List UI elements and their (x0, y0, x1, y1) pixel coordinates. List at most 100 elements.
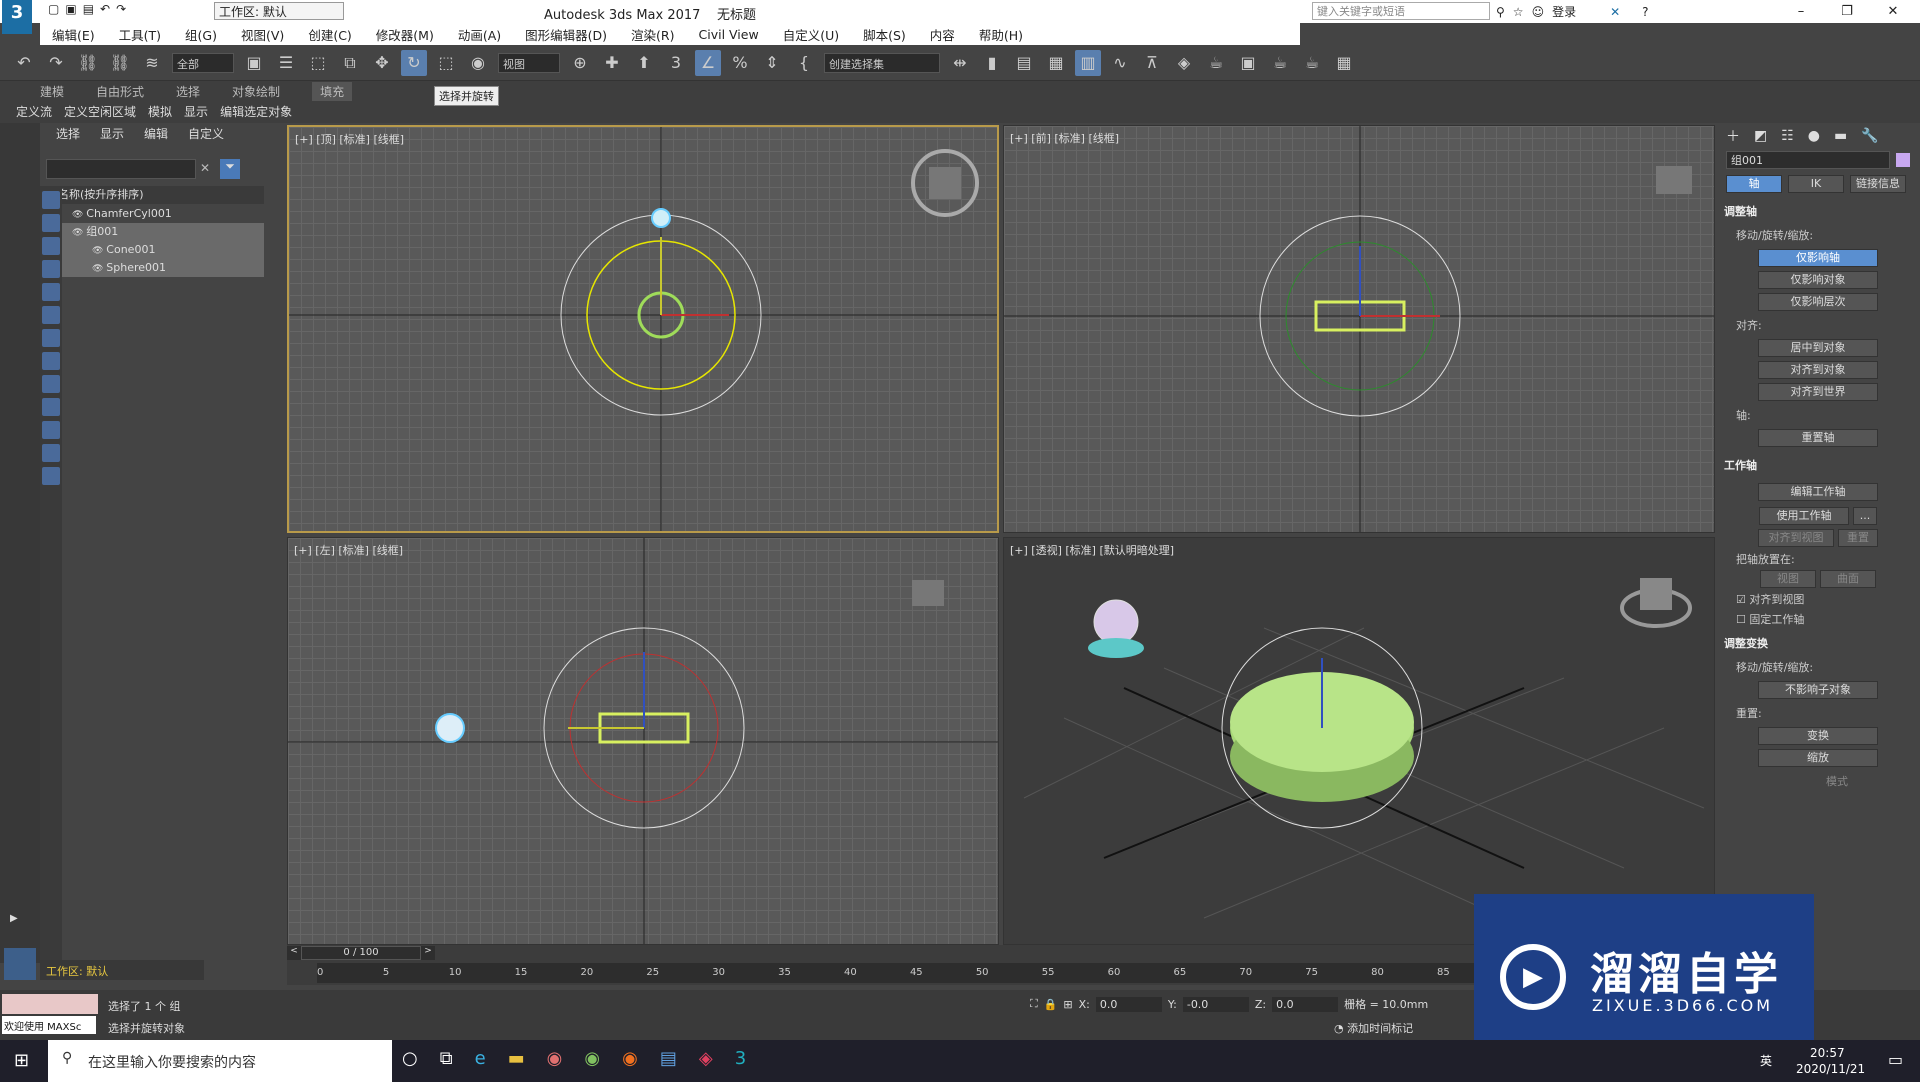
3dsmax-taskbar-icon[interactable]: 3 (735, 1048, 746, 1069)
display-containers-icon[interactable] (42, 421, 60, 439)
select-object-icon[interactable]: ▣ (241, 50, 267, 76)
menu-modifiers[interactable]: 修改器(M) (376, 25, 434, 44)
a360-icon[interactable]: ▦ (1331, 50, 1357, 76)
date[interactable]: 2020/11/21 (1796, 1062, 1865, 1076)
clear-search-icon[interactable]: ✕ (200, 161, 210, 175)
ribbon-simulate[interactable]: 模拟 (148, 103, 172, 120)
firefox-icon[interactable]: ◉ (622, 1048, 638, 1069)
reset-working-pivot-button[interactable]: 重置 (1838, 529, 1878, 547)
motion-tab-icon[interactable]: ● (1808, 128, 1820, 144)
render-iterative-icon[interactable]: ☕ (1299, 50, 1325, 76)
unlink-icon[interactable]: ⛓ (107, 50, 133, 76)
viewport-label[interactable]: [+] [顶] [标准] [线框] (295, 131, 404, 147)
notifications-icon[interactable]: ▭ (1888, 1050, 1903, 1069)
maximize-button[interactable]: ❐ (1824, 0, 1870, 23)
layer-explorer-icon[interactable]: ▦ (1043, 50, 1069, 76)
menu-animation[interactable]: 动画(A) (458, 25, 501, 44)
curve-editor-icon[interactable]: ∿ (1107, 50, 1133, 76)
display-geometry-icon[interactable] (42, 214, 60, 232)
schematic-view-icon[interactable]: ⊼ (1139, 50, 1165, 76)
viewport-label[interactable]: [+] [左] [标准] [线框] (294, 542, 403, 558)
ribbon-tab-populate[interactable]: 填充 (312, 81, 353, 101)
modify-tab-icon[interactable]: ◩ (1754, 128, 1767, 144)
percent-snap-icon[interactable]: % (727, 50, 753, 76)
spinner-snap-icon[interactable]: ⇕ (759, 50, 785, 76)
visibility-eye-icon[interactable]: 👁 (92, 264, 106, 274)
track-bar[interactable]: 0 5 10 15 20 25 30 35 40 45 50 55 60 65 70 75 80 85 (317, 963, 1477, 983)
keyboard-shortcut-icon[interactable]: ⬆ (631, 50, 657, 76)
explorer-tree-item[interactable]: 👁 ChamferCyl001 (52, 205, 264, 223)
angle-snap-icon[interactable]: ∠ (695, 49, 721, 76)
align-to-object-button[interactable]: 对齐到对象 (1758, 361, 1878, 379)
explorer-menu-display[interactable]: 显示 (100, 125, 124, 142)
app-icon-2[interactable]: ◉ (584, 1048, 600, 1069)
ribbon-tab-object-paint[interactable]: 对象绘制 (232, 83, 280, 100)
notepad-icon[interactable]: ▤ (660, 1048, 677, 1069)
rollout-working-pivot[interactable]: 工作轴 (1716, 451, 1920, 479)
menu-group[interactable]: 组(G) (185, 25, 217, 44)
selection-lock-icon[interactable]: 🔒 (1044, 998, 1058, 1011)
ribbon-edit-selected[interactable]: 编辑选定对象 (220, 103, 292, 120)
place-on-view-button[interactable]: 视图 (1760, 570, 1816, 588)
object-name-input[interactable]: 组001 (1726, 151, 1891, 169)
app-icon-1[interactable]: ◉ (547, 1048, 563, 1069)
filter-icon[interactable]: ⏷ (220, 159, 240, 179)
menu-view[interactable]: 视图(V) (241, 25, 284, 44)
rendered-frame-icon[interactable]: ▣ (1235, 50, 1261, 76)
scene-explorer-toggle-icon[interactable]: ▤ (1011, 50, 1037, 76)
use-working-pivot-button[interactable]: 使用工作轴 (1759, 507, 1849, 525)
reset-scale-button[interactable]: 缩放 (1758, 749, 1878, 767)
exchange-icon[interactable]: ✕ (1610, 5, 1620, 19)
rollout-adjust-transform[interactable]: 调整变换 (1716, 629, 1920, 657)
expand-arrow-icon[interactable]: ▶ (10, 913, 18, 924)
menu-customize[interactable]: 自定义(U) (783, 25, 839, 44)
edge-icon[interactable]: e (475, 1048, 486, 1069)
prev-frame-icon[interactable]: < (287, 946, 301, 960)
y-coordinate-field[interactable]: -0.0 (1182, 996, 1249, 1012)
z-coordinate-field[interactable]: 0.0 (1272, 996, 1339, 1012)
select-by-name-icon[interactable]: ☰ (273, 50, 299, 76)
ribbon-toggle-icon[interactable]: ▥ (1075, 49, 1101, 76)
bind-spacewarp-icon[interactable]: ≋ (139, 50, 165, 76)
explorer-tree-item[interactable]: 👁 组001 (52, 223, 264, 241)
hierarchy-tab-icon[interactable]: ☷ (1781, 128, 1794, 144)
explorer-menu-customize[interactable]: 自定义 (188, 125, 224, 142)
ribbon-display[interactable]: 显示 (184, 103, 208, 120)
add-time-tag[interactable]: ◔ 添加时间标记 (1334, 1020, 1413, 1036)
fix-working-pivot-checkbox[interactable]: ☐ 固定工作轴 (1716, 609, 1920, 629)
dont-affect-children-button[interactable]: 不影响子对象 (1758, 681, 1878, 699)
link-info-tab-button[interactable]: 链接信息 (1850, 175, 1906, 193)
center-to-object-button[interactable]: 居中到对象 (1758, 339, 1878, 357)
rotate-icon[interactable]: ↻ (401, 49, 427, 76)
menu-help[interactable]: 帮助(H) (979, 25, 1023, 44)
maxscript-listener[interactable] (2, 994, 98, 1014)
display-frozen-icon[interactable] (42, 444, 60, 462)
affect-object-only-button[interactable]: 仅影响对象 (1758, 271, 1878, 289)
reset-transform-button[interactable]: 变换 (1758, 727, 1878, 745)
redo-icon[interactable]: ↷ (43, 50, 69, 76)
menu-civil-view[interactable]: Civil View (699, 27, 759, 42)
edit-named-sets-icon[interactable]: { (791, 50, 817, 76)
time-slider[interactable]: 0 / 100 (301, 946, 421, 960)
visibility-eye-icon[interactable]: 👁 (92, 246, 106, 256)
explorer-search-input[interactable] (46, 159, 196, 179)
explorer-column-header[interactable]: 名称(按升序排序) (52, 186, 264, 204)
move-icon[interactable]: ✥ (369, 50, 395, 76)
display-shapes-icon[interactable] (42, 237, 60, 255)
explorer-tree-item[interactable]: 👁 Cone001 (52, 241, 264, 259)
object-color-swatch[interactable] (1896, 153, 1910, 167)
menu-create[interactable]: 创建(C) (308, 25, 351, 44)
menu-scripting[interactable]: 脚本(S) (863, 25, 906, 44)
affect-pivot-only-button[interactable]: 仅影响轴 (1758, 249, 1878, 267)
reference-coord-dropdown[interactable]: 视图 (498, 52, 560, 73)
display-xrefs-icon[interactable] (42, 375, 60, 393)
viewport-front[interactable]: [+] [前] [标准] [线框] (1003, 125, 1715, 533)
undo-icon[interactable]: ↶ (11, 50, 37, 76)
create-tab-icon[interactable]: ＋ (1726, 126, 1740, 146)
viewport-top[interactable]: [+] [顶] [标准] [线框] (287, 125, 999, 533)
x-coordinate-field[interactable]: 0.0 (1095, 996, 1162, 1012)
viewport-label[interactable]: [+] [前] [标准] [线框] (1010, 130, 1119, 146)
menu-edit[interactable]: 编辑(E) (52, 25, 95, 44)
display-hidden-icon[interactable] (42, 467, 60, 485)
visibility-eye-icon[interactable]: 👁 (72, 228, 86, 238)
